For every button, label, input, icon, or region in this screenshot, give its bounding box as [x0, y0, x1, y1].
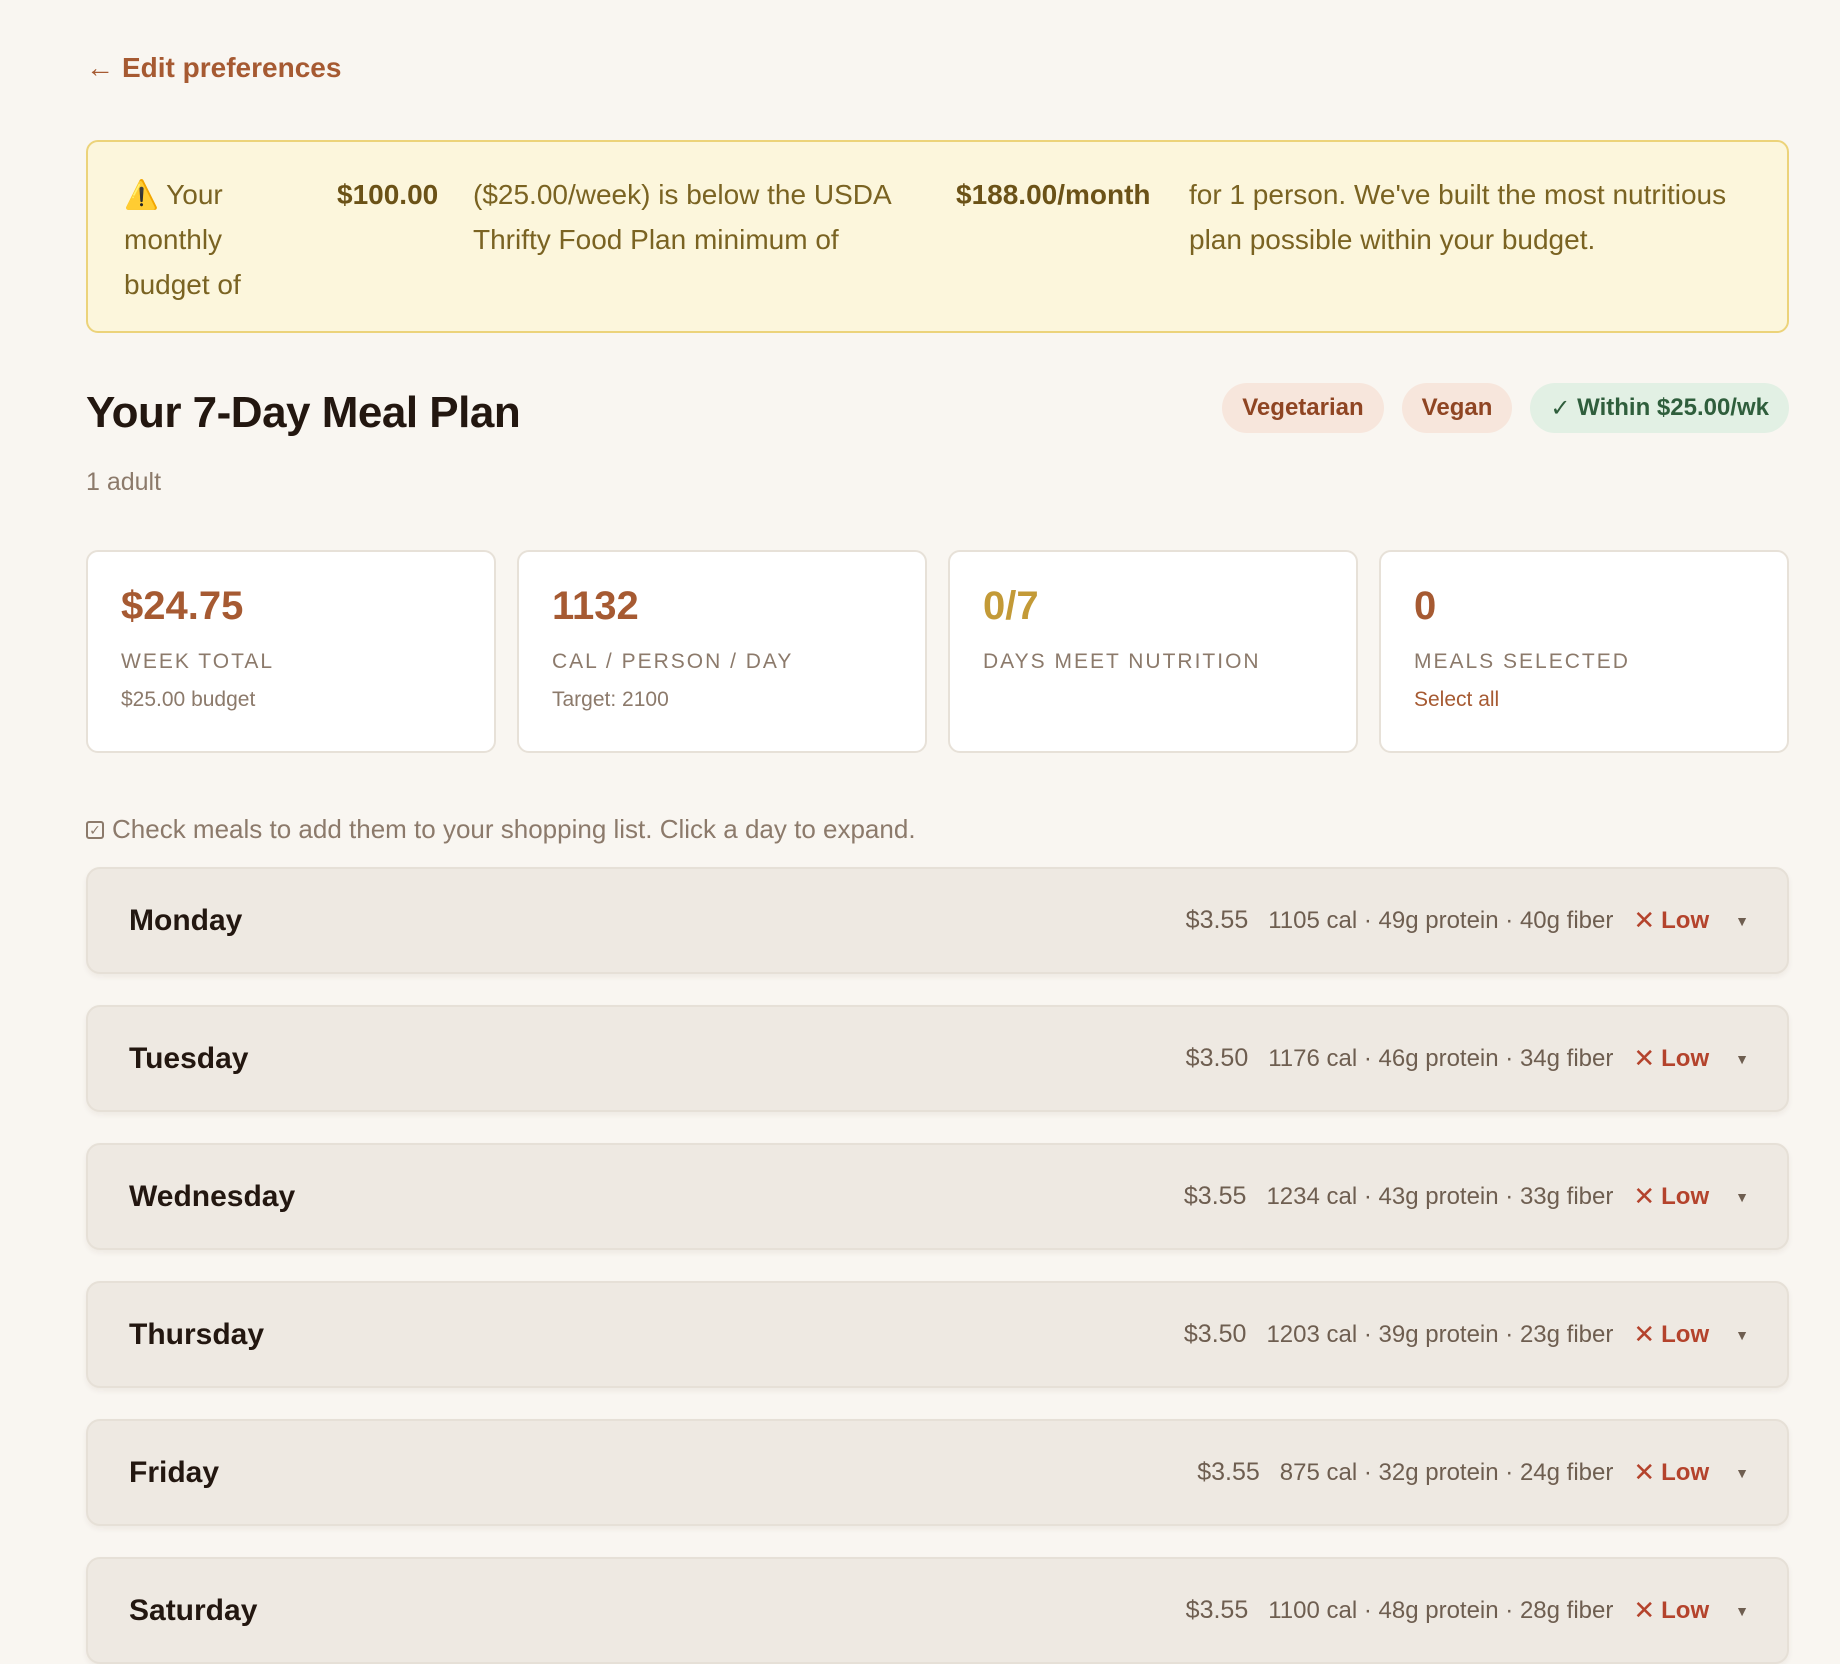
stat-days-nutrition: 0/7 DAYS MEET NUTRITION [948, 550, 1358, 753]
checkbox-icon: ✓ [86, 820, 104, 839]
page-title: Your 7-Day Meal Plan [86, 388, 521, 437]
stat-label: CAL / PERSON / DAY [552, 650, 794, 673]
day-cost: $3.55 [1197, 1458, 1260, 1486]
day-cost: $3.55 [1183, 1182, 1247, 1210]
day-name: Monday [129, 904, 243, 937]
day-summary: $3.55 1234 cal · 43g protein · 33g fiber… [1184, 1145, 1749, 1248]
day-summary: $3.55 1100 cal · 48g protein · 28g fiber… [1186, 1559, 1749, 1662]
stat-sub: $25.00 budget [121, 688, 256, 711]
expand-caret-icon[interactable]: ▼ [1735, 1327, 1749, 1343]
stat-value: 1132 [552, 584, 639, 628]
nutrition-status: ✕ Low [1633, 1043, 1709, 1074]
day-nutrition: 875 cal · 32g protein · 24g fiber [1279, 1458, 1614, 1486]
badge-vegetarian: Vegetarian [1222, 383, 1384, 433]
day-cost: $3.50 [1183, 1320, 1247, 1348]
stat-week-total: $24.75 WEEK TOTAL $25.00 budget [86, 550, 496, 753]
stat-meals-selected: 0 MEALS SELECTED Select all [1379, 550, 1789, 753]
instructions-hint: ✓ Check meals to add them to your shoppi… [86, 814, 916, 845]
expand-caret-icon[interactable]: ▼ [1735, 1051, 1749, 1067]
day-nutrition: 1100 cal · 48g protein · 28g fiber [1268, 1596, 1614, 1624]
day-row-thursday[interactable]: Thursday $3.50 1203 cal · 39g protein · … [86, 1281, 1789, 1388]
x-icon: ✕ [1633, 1043, 1656, 1073]
stat-value: 0/7 [983, 584, 1039, 628]
expand-caret-icon[interactable]: ▼ [1735, 1603, 1749, 1619]
stat-label: DAYS MEET NUTRITION [983, 650, 1261, 673]
day-row-monday[interactable]: Monday $3.55 1105 cal · 49g protein · 40… [86, 867, 1789, 974]
day-summary: $3.50 1176 cal · 46g protein · 34g fiber… [1186, 1007, 1749, 1110]
x-icon: ✕ [1633, 1319, 1656, 1349]
edit-preferences-label: Edit preferences [122, 52, 342, 83]
x-icon: ✕ [1633, 1181, 1656, 1211]
day-summary: $3.55 875 cal · 32g protein · 24g fiber … [1197, 1421, 1749, 1524]
edit-preferences-link[interactable]: ← Edit preferences [86, 52, 341, 84]
status-label: Low [1661, 1320, 1710, 1348]
warning-icon: ⚠️ [124, 179, 159, 210]
day-row-friday[interactable]: Friday $3.55 875 cal · 32g protein · 24g… [86, 1419, 1789, 1526]
status-label: Low [1661, 1458, 1710, 1486]
expand-caret-icon[interactable]: ▼ [1735, 1465, 1749, 1481]
day-row-saturday[interactable]: Saturday $3.55 1100 cal · 48g protein · … [86, 1557, 1789, 1664]
day-nutrition: 1105 cal · 49g protein · 40g fiber [1268, 906, 1614, 934]
nutrition-status: ✕ Low [1633, 1457, 1709, 1488]
stat-value: $24.75 [121, 584, 244, 628]
day-nutrition: 1176 cal · 46g protein · 34g fiber [1268, 1044, 1614, 1072]
status-label: Low [1661, 1596, 1710, 1624]
status-label: Low [1661, 1044, 1710, 1072]
stat-label: WEEK TOTAL [121, 650, 275, 673]
stat-sub: Target: 2100 [552, 688, 669, 711]
household-size: 1 adult [86, 468, 162, 496]
budget-warning-banner: ⚠️ Your monthly budget of $100.00 ($25.0… [86, 140, 1789, 333]
nutrition-status: ✕ Low [1633, 1319, 1709, 1350]
page: ← Edit preferences ⚠️ Your monthly budge… [0, 0, 1840, 1664]
checkmark-icon: ✓ [1550, 394, 1578, 422]
usda-minimum-amount: $188.00/month [956, 179, 1151, 210]
select-all-link[interactable]: Select all [1414, 688, 1754, 712]
day-nutrition: 1203 cal · 39g protein · 23g fiber [1266, 1320, 1614, 1348]
day-cost: $3.50 [1185, 1044, 1249, 1072]
stat-value: 0 [1414, 584, 1437, 628]
summary-stats: $24.75 WEEK TOTAL $25.00 budget 1132 CAL… [86, 550, 1789, 753]
day-summary: $3.55 1105 cal · 49g protein · 40g fiber… [1186, 869, 1749, 972]
expand-caret-icon[interactable]: ▼ [1735, 1189, 1749, 1205]
x-icon: ✕ [1633, 1457, 1656, 1487]
x-icon: ✕ [1633, 1595, 1656, 1625]
status-label: Low [1661, 906, 1710, 934]
within-budget-label: Within $25.00/wk [1577, 394, 1769, 421]
day-name: Thursday [129, 1318, 265, 1351]
nutrition-status: ✕ Low [1633, 905, 1709, 936]
nutrition-status: ✕ Low [1633, 1181, 1709, 1212]
day-name: Friday [129, 1456, 220, 1489]
day-name: Wednesday [129, 1180, 296, 1213]
plan-badges: Vegetarian Vegan ✓ Within $25.00/wk [1222, 383, 1789, 433]
day-summary: $3.50 1203 cal · 39g protein · 23g fiber… [1184, 1283, 1749, 1386]
warning-text-part3: for 1 person. We've built the most nutri… [1189, 179, 1727, 255]
day-name: Tuesday [129, 1042, 249, 1075]
hint-text: Check meals to add them to your shopping… [112, 814, 916, 844]
stat-calories: 1132 CAL / PERSON / DAY Target: 2100 [517, 550, 927, 753]
day-cost: $3.55 [1185, 1596, 1249, 1624]
day-nutrition: 1234 cal · 43g protein · 33g fiber [1266, 1182, 1614, 1210]
day-row-wednesday[interactable]: Wednesday $3.55 1234 cal · 43g protein ·… [86, 1143, 1789, 1250]
day-row-tuesday[interactable]: Tuesday $3.50 1176 cal · 46g protein · 3… [86, 1005, 1789, 1112]
nutrition-status: ✕ Low [1633, 1595, 1709, 1626]
day-cost: $3.55 [1185, 906, 1249, 934]
arrow-left-icon: ← [86, 52, 114, 83]
badge-within-budget: ✓ Within $25.00/wk [1530, 383, 1789, 433]
x-icon: ✕ [1633, 905, 1656, 935]
stat-label: MEALS SELECTED [1414, 650, 1630, 673]
status-label: Low [1661, 1182, 1710, 1210]
day-name: Saturday [129, 1594, 258, 1627]
warning-text-part2: ($25.00/week) is below the USDA Thrifty … [473, 179, 891, 255]
badge-vegan: Vegan [1401, 383, 1513, 433]
expand-caret-icon[interactable]: ▼ [1735, 913, 1749, 929]
warning-text-intro: ⚠️ Your monthly budget of [124, 172, 289, 307]
monthly-budget-amount: $100.00 [337, 179, 439, 210]
